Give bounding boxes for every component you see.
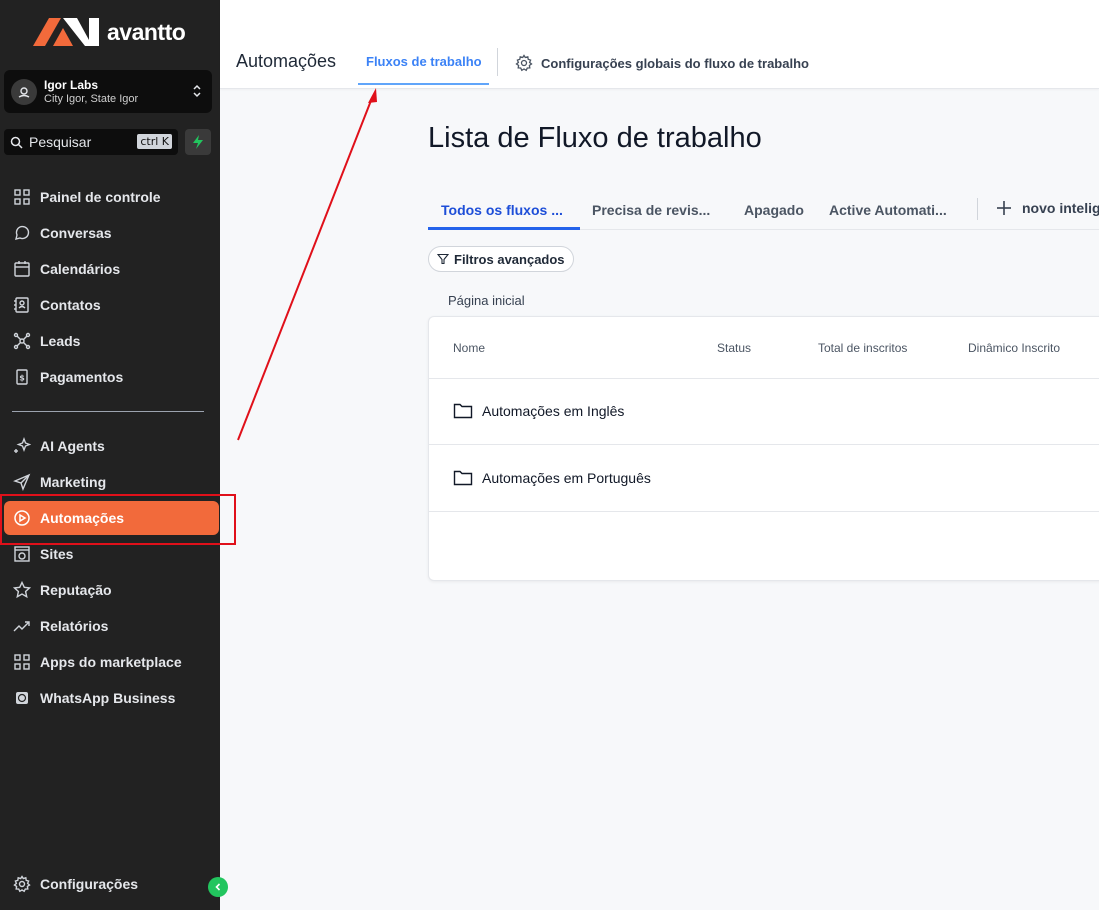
sidebar-item-reputation[interactable]: Reputação	[0, 572, 220, 608]
sidebar-item-leads[interactable]: Leads	[0, 323, 220, 359]
sidebar-item-label: Apps do marketplace	[40, 654, 182, 670]
search-input[interactable]: Pesquisar ctrl K	[4, 129, 178, 155]
plus-icon	[997, 201, 1011, 215]
sidebar-item-label: Relatórios	[40, 618, 109, 634]
tabs-separator	[977, 198, 978, 220]
tab-separator	[497, 48, 498, 76]
workflow-table: Nome Status Total de inscritos Dinâmico …	[428, 316, 1099, 581]
sidebar: avantto Igor Labs City Igor, State Igor …	[0, 0, 220, 910]
trend-line-icon	[12, 616, 32, 636]
logo-mark-icon	[33, 18, 99, 46]
folder-icon	[453, 403, 473, 419]
chevron-left-icon	[215, 883, 221, 891]
section-title: Automações	[236, 51, 337, 71]
sidebar-item-label: Calendários	[40, 261, 121, 277]
breadcrumb[interactable]: Página inicial	[448, 293, 525, 308]
network-icon	[12, 331, 32, 351]
tab-active-indicator	[428, 227, 580, 230]
sidebar-item-whatsapp[interactable]: WhatsApp Business	[0, 680, 220, 716]
column-header-name[interactable]: Nome	[453, 341, 485, 355]
arrow-head	[368, 88, 377, 103]
sidebar-item-label: WhatsApp Business	[40, 690, 176, 706]
global-workflow-settings-link[interactable]: Configurações globais do fluxo de trabal…	[515, 54, 809, 72]
sidebar-item-label: AI Agents	[40, 438, 105, 454]
sidebar-item-label: Leads	[40, 333, 81, 349]
sidebar-item-conversations[interactable]: Conversas	[0, 215, 220, 251]
sidebar-item-contacts[interactable]: Contatos	[0, 287, 220, 323]
annotation-highlight-box	[0, 494, 236, 545]
folder-icon	[453, 470, 473, 486]
new-button-label: novo intelig	[1022, 200, 1099, 216]
search-placeholder: Pesquisar	[29, 134, 92, 150]
sidebar-item-label: Reputação	[40, 582, 112, 598]
sidebar-item-label: Painel de controle	[40, 189, 161, 205]
column-header-status[interactable]: Status	[717, 341, 751, 355]
sidebar-item-label: Marketing	[40, 474, 107, 490]
whatsapp-icon	[12, 688, 32, 708]
calendar-icon	[12, 259, 32, 279]
tab-workflows[interactable]: Fluxos de trabalho	[366, 54, 482, 69]
sidebar-item-label: Contatos	[40, 297, 101, 313]
sidebar-item-label: Conversas	[40, 225, 112, 241]
sidebar-item-label: Pagamentos	[40, 369, 124, 385]
paper-plane-icon	[12, 472, 32, 492]
folder-name: Automações em Inglês	[482, 402, 625, 419]
sidebar-item-settings[interactable]: Configurações	[0, 866, 220, 902]
column-header-total-enrolled[interactable]: Total de inscritos	[818, 341, 907, 355]
quick-action-button[interactable]	[185, 129, 211, 155]
grid-icon	[12, 187, 32, 207]
advanced-filters-button[interactable]: Filtros avançados	[428, 246, 574, 272]
sparkle-icon	[12, 436, 32, 456]
table-row[interactable]: Automações em Português	[453, 469, 651, 486]
column-header-dynamic-enrolled[interactable]: Dinâmico Inscrito	[968, 341, 1060, 355]
svg-text:$: $	[19, 374, 25, 383]
gear-icon	[12, 874, 32, 894]
apps-grid-icon	[12, 652, 32, 672]
sidebar-item-reports[interactable]: Relatórios	[0, 608, 220, 644]
top-bar: Automações Fluxos de trabalho Configuraç…	[220, 0, 1099, 89]
page-title: Lista de Fluxo de trabalho	[428, 122, 762, 154]
global-settings-label: Configurações globais do fluxo de trabal…	[541, 55, 809, 71]
star-icon	[12, 580, 32, 600]
filter-icon	[437, 253, 449, 265]
sidebar-item-marketplace-apps[interactable]: Apps do marketplace	[0, 644, 220, 680]
account-name: Igor Labs	[44, 77, 99, 92]
sidebar-item-dashboard[interactable]: Painel de controle	[0, 179, 220, 215]
row-divider	[429, 444, 1099, 445]
tab-all-workflows[interactable]: Todos os fluxos ...	[441, 202, 563, 218]
contacts-book-icon	[12, 295, 32, 315]
table-row[interactable]: Automações em Inglês	[453, 402, 624, 419]
account-switcher[interactable]: Igor Labs City Igor, State Igor	[4, 70, 212, 113]
sidebar-item-ai-agents[interactable]: AI Agents	[0, 428, 220, 464]
receipt-icon: $	[12, 367, 32, 387]
sidebar-item-payments[interactable]: $ Pagamentos	[0, 359, 220, 395]
new-smart-list-button[interactable]: novo intelig	[996, 200, 1099, 216]
filter-label: Filtros avançados	[454, 251, 565, 267]
sidebar-item-label: Configurações	[40, 876, 139, 892]
brand-name: avantto	[107, 18, 186, 45]
tab-active-indicator	[358, 83, 489, 85]
account-location: City Igor, State Igor	[44, 92, 139, 105]
search-shortcut: ctrl K	[137, 134, 172, 149]
sidebar-item-label: Sites	[40, 546, 74, 562]
collapse-sidebar-button[interactable]	[208, 877, 228, 897]
chevron-up-down-icon	[193, 84, 201, 98]
sidebar-item-calendars[interactable]: Calendários	[0, 251, 220, 287]
search-icon	[10, 136, 23, 149]
sidebar-divider	[12, 411, 204, 412]
gear-icon	[515, 54, 533, 72]
lightning-icon	[193, 135, 203, 149]
folder-name: Automações em Português	[482, 469, 651, 486]
tab-deleted[interactable]: Apagado	[744, 202, 804, 218]
row-divider	[429, 511, 1099, 512]
row-divider	[429, 378, 1099, 379]
brand-logo[interactable]: avantto	[33, 16, 186, 48]
tab-active-automations[interactable]: Active Automati...	[829, 202, 947, 218]
tab-needs-review[interactable]: Precisa de revis...	[592, 202, 710, 218]
chat-bubble-icon	[12, 223, 32, 243]
globe-window-icon	[12, 544, 32, 564]
location-pin-icon	[11, 78, 37, 105]
